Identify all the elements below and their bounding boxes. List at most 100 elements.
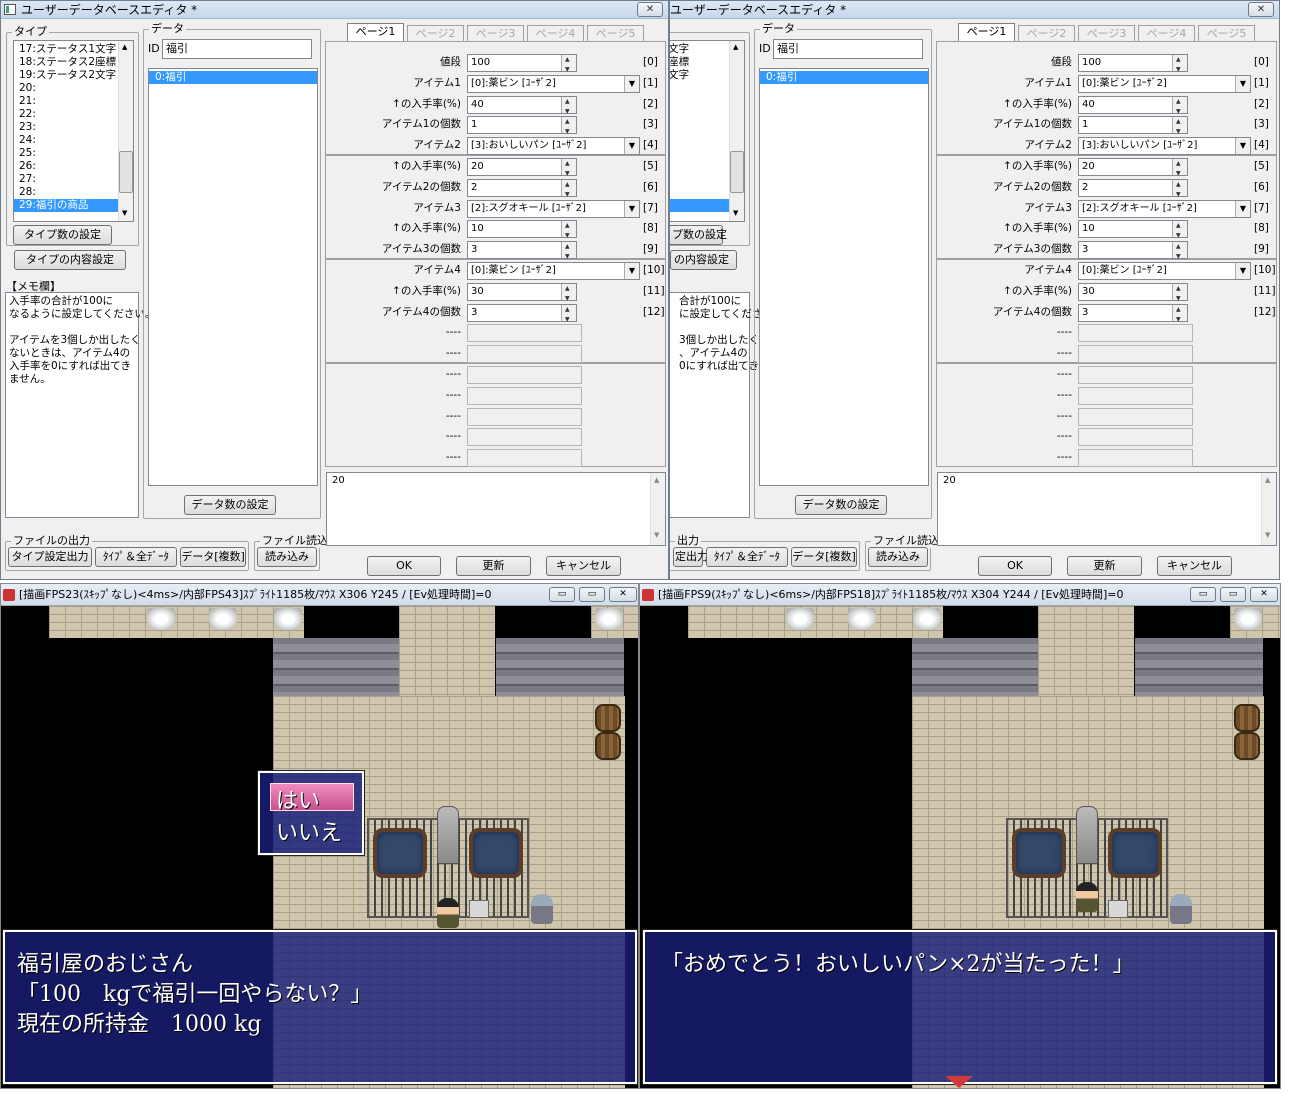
type-list-item[interactable]: 22: bbox=[14, 108, 120, 121]
update-button[interactable]: 更新 bbox=[456, 556, 531, 576]
spin-updown-icon[interactable] bbox=[1172, 94, 1187, 120]
spin-updown-icon[interactable] bbox=[1172, 156, 1187, 182]
type-list-item[interactable] bbox=[670, 160, 731, 173]
data-list-item[interactable]: 0:福引 bbox=[149, 71, 317, 84]
type-list-item[interactable]: 21: bbox=[14, 95, 120, 108]
type-list-item[interactable]: 25: bbox=[14, 147, 120, 160]
data-list[interactable]: 0:福引 bbox=[148, 68, 318, 486]
type-list-item[interactable]: の商品 bbox=[670, 199, 731, 212]
type-list-item[interactable]: 29:福引の商品 bbox=[14, 199, 120, 212]
tab-page-2[interactable]: ページ2 bbox=[407, 25, 464, 41]
tab-page-5[interactable]: ページ5 bbox=[587, 25, 644, 41]
spin-updown-icon[interactable] bbox=[561, 52, 576, 78]
field-spin-input[interactable]: 1 bbox=[467, 114, 577, 140]
scroll-up-icon[interactable]: ▲ bbox=[654, 476, 659, 484]
data-list-item[interactable]: 0:福引 bbox=[760, 71, 928, 84]
data-copy-button[interactable]: データ[複数] bbox=[180, 547, 246, 567]
type-output-button[interactable]: タイプ設定出力 bbox=[8, 547, 92, 567]
type-list[interactable]: 17:ステータス1文字 18:ステータス2座標 19:ステータス2文字 20: 21: 2… bbox=[13, 40, 134, 222]
scroll-up-icon[interactable]: ▲ bbox=[733, 43, 738, 51]
type-all-data-button[interactable]: ﾀｲﾌﾟ＆全ﾃﾞｰﾀ bbox=[706, 547, 788, 567]
type-list[interactable]: ータス1文字ータス2座標ータス2文字の商品 ▲ ▼ bbox=[670, 40, 745, 222]
type-list-item[interactable]: 26: bbox=[14, 160, 120, 173]
id-input[interactable]: 福引 bbox=[773, 39, 923, 59]
choice-no[interactable]: いいえ bbox=[276, 815, 342, 847]
data-copy-button[interactable]: データ[複数] bbox=[791, 547, 857, 567]
field-spin-input[interactable]: 3 bbox=[467, 239, 577, 265]
field-select[interactable]: [2]:スグオキール [ﾕｰｻﾞ2] ▼ bbox=[467, 199, 640, 218]
type-list-item[interactable]: ータス2座標 bbox=[670, 56, 731, 69]
dropdown-arrow-icon[interactable]: ▼ bbox=[1235, 75, 1250, 92]
data-list[interactable]: 0:福引 bbox=[759, 68, 929, 486]
spin-updown-icon[interactable] bbox=[1172, 114, 1187, 140]
spin-updown-icon[interactable] bbox=[1172, 177, 1187, 203]
dropdown-arrow-icon[interactable]: ▼ bbox=[1235, 263, 1250, 279]
spin-updown-icon[interactable] bbox=[561, 218, 576, 244]
memo-textarea[interactable]: 入手率の合計が100に なるように設定してください。 アイテムを3個しか出したく ない… bbox=[5, 292, 155, 518]
field-spin-input[interactable]: 3 bbox=[467, 302, 577, 328]
type-list-item[interactable] bbox=[670, 186, 731, 199]
tab-page-4[interactable]: ページ4 bbox=[527, 25, 584, 41]
note-textarea[interactable]: 20 bbox=[326, 472, 666, 546]
maximize-icon[interactable]: ▭ bbox=[1220, 587, 1246, 602]
type-list-item[interactable]: 24: bbox=[14, 134, 120, 147]
field-spin-input[interactable]: 100 bbox=[1078, 52, 1188, 78]
type-content-button[interactable]: の内容設定 bbox=[670, 250, 737, 270]
spin-updown-icon[interactable] bbox=[561, 177, 576, 203]
id-input[interactable]: 福引 bbox=[162, 39, 312, 59]
field-spin-input[interactable]: 40 bbox=[467, 94, 577, 120]
spin-updown-icon[interactable] bbox=[1172, 239, 1187, 265]
field-spin-input[interactable]: 100 bbox=[467, 52, 577, 78]
scroll-up-icon[interactable]: ▲ bbox=[122, 43, 127, 51]
memo-textarea[interactable]: 合計が100に に設定してください。 3個しか出したく 、アイテム4の 0にすれば出てき bbox=[670, 292, 783, 518]
close-icon[interactable]: ✕ bbox=[1248, 2, 1274, 17]
type-list-scrollbar[interactable]: ▲ ▼ bbox=[118, 41, 133, 221]
type-list-item[interactable] bbox=[670, 95, 731, 108]
type-list-item[interactable]: 27: bbox=[14, 173, 120, 186]
spin-updown-icon[interactable] bbox=[1172, 281, 1187, 307]
type-list-item[interactable]: 18:ステータス2座標 bbox=[14, 56, 120, 69]
note-scrollbar[interactable]: ▲ ▼ bbox=[650, 473, 665, 545]
type-list-item[interactable]: 17:ステータス1文字 bbox=[14, 43, 120, 56]
type-list-item[interactable]: 23: bbox=[14, 121, 120, 134]
type-list-item[interactable] bbox=[670, 147, 731, 160]
scroll-up-icon[interactable]: ▲ bbox=[1265, 476, 1270, 484]
field-spin-input[interactable]: 3 bbox=[1078, 302, 1188, 328]
field-spin-input[interactable]: 30 bbox=[467, 281, 577, 307]
cancel-button[interactable]: キャンセル bbox=[1157, 556, 1232, 576]
scroll-down-icon[interactable]: ▼ bbox=[1265, 531, 1270, 539]
field-select[interactable]: [0]:薬ビン [ﾕｰｻﾞ2] ▼ bbox=[467, 262, 640, 280]
scroll-down-icon[interactable]: ▼ bbox=[122, 209, 127, 217]
field-select[interactable]: [0]:薬ビン [ﾕｰｻﾞ2] ▼ bbox=[1078, 74, 1251, 93]
field-spin-input[interactable]: 30 bbox=[1078, 281, 1188, 307]
dropdown-arrow-icon[interactable]: ▼ bbox=[624, 263, 639, 279]
ok-button[interactable]: OK bbox=[978, 556, 1052, 576]
field-spin-input[interactable]: 20 bbox=[467, 156, 577, 182]
type-count-button[interactable]: タイプ数の設定 bbox=[13, 225, 112, 245]
field-spin-input[interactable]: 3 bbox=[1078, 239, 1188, 265]
field-select[interactable]: [0]:薬ビン [ﾕｰｻﾞ2] ▼ bbox=[467, 74, 640, 93]
update-button[interactable]: 更新 bbox=[1067, 556, 1142, 576]
spin-updown-icon[interactable] bbox=[1172, 52, 1187, 78]
field-spin-input[interactable]: 1 bbox=[1078, 114, 1188, 140]
spin-updown-icon[interactable] bbox=[561, 302, 576, 328]
type-list-item[interactable] bbox=[670, 108, 731, 121]
spin-updown-icon[interactable] bbox=[1172, 218, 1187, 244]
note-scrollbar[interactable]: ▲ ▼ bbox=[1261, 473, 1276, 545]
tab-page-1[interactable]: ページ1 bbox=[347, 23, 404, 41]
scroll-down-icon[interactable]: ▼ bbox=[654, 531, 659, 539]
type-all-data-button[interactable]: ﾀｲﾌﾟ＆全ﾃﾞｰﾀ bbox=[95, 547, 177, 567]
choice-yes[interactable]: はい bbox=[276, 783, 320, 815]
type-output-button[interactable]: 定出力 bbox=[673, 547, 708, 567]
dropdown-arrow-icon[interactable]: ▼ bbox=[1235, 200, 1250, 217]
field-select[interactable]: [2]:スグオキール [ﾕｰｻﾞ2] ▼ bbox=[1078, 199, 1251, 218]
dropdown-arrow-icon[interactable]: ▼ bbox=[624, 75, 639, 92]
spin-updown-icon[interactable] bbox=[561, 114, 576, 140]
scroll-down-icon[interactable]: ▼ bbox=[733, 209, 738, 217]
ok-button[interactable]: OK bbox=[367, 556, 441, 576]
close-icon[interactable]: ✕ bbox=[609, 587, 637, 602]
tab-page-2[interactable]: ページ2 bbox=[1018, 25, 1075, 41]
type-list-item[interactable] bbox=[670, 121, 731, 134]
type-list-item[interactable] bbox=[670, 134, 731, 147]
type-list-scrollbar[interactable]: ▲ ▼ bbox=[729, 41, 744, 221]
